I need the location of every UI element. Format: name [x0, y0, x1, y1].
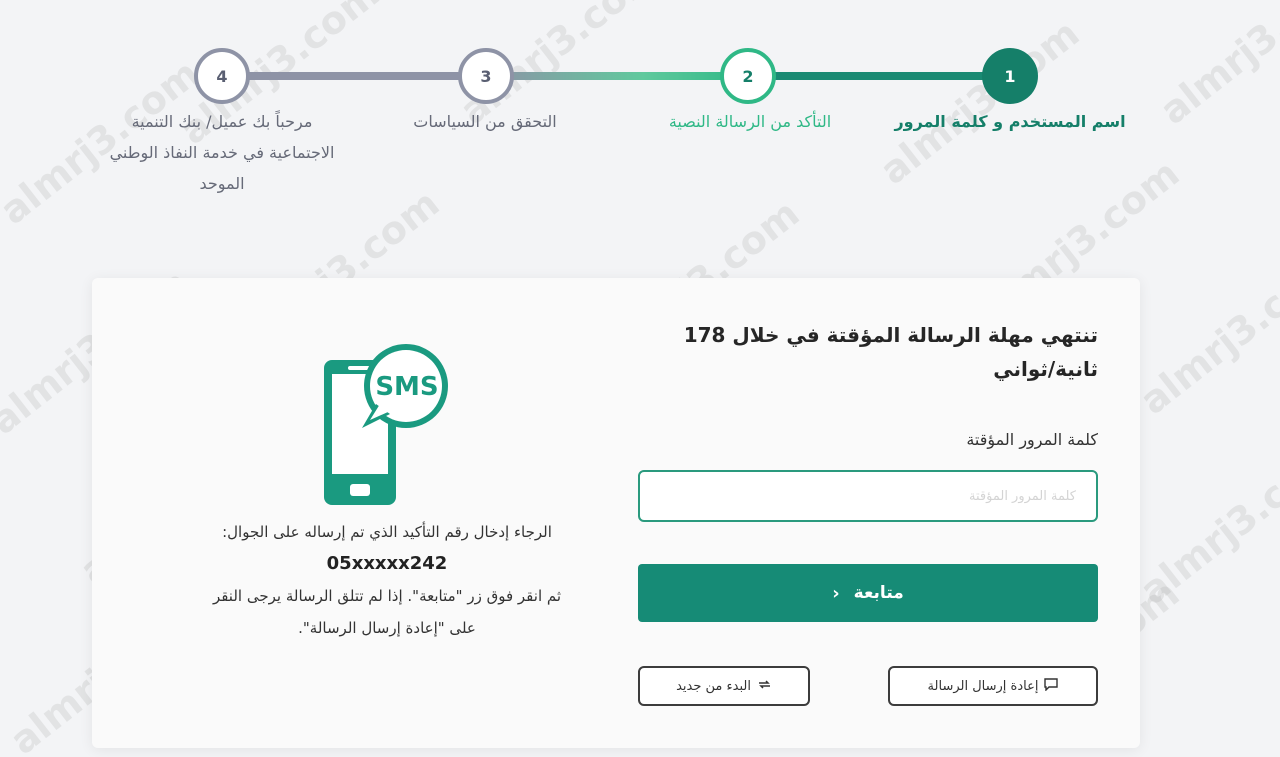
watermark-text: almrj3.com [1131, 431, 1280, 613]
progress-stepper: 1 2 3 4 اسم المستخدم و كلمة المرور التأك… [0, 0, 1280, 230]
step-2-label: التأكد من الرسالة النصية [668, 112, 832, 131]
sms-instructions: الرجاء إدخال رقم التأكيد الذي تم إرساله … [202, 516, 572, 644]
step-3-circle: 3 [458, 48, 514, 104]
continue-label: متابعة [853, 583, 904, 603]
step-4-label: مرحباً بك عميل/ بنك التنمية الاجتماعية ف… [109, 112, 335, 193]
instruction-line-2: ثم انقر فوق زر "متابعة". إذا لم تتلق الر… [212, 587, 562, 637]
watermark-text: almrj3.com [1131, 241, 1280, 423]
step-connector-1-2 [748, 72, 1010, 80]
chevron-left-icon: ‹ [832, 582, 840, 604]
masked-phone-number: 05xxxxx242 [326, 553, 448, 574]
restart-button[interactable]: البدء من جديد [638, 666, 810, 706]
step-2-circle: 2 [720, 48, 776, 104]
resend-message-button[interactable]: إعادة إرسال الرسالة [888, 666, 1098, 706]
otp-input[interactable] [638, 470, 1098, 522]
refresh-icon [757, 678, 772, 695]
step-3-label: التحقق من السياسات [413, 112, 557, 131]
sms-phone-illustration: SMS [320, 338, 460, 508]
restart-label: البدء من جديد [676, 678, 751, 694]
step-connector-3-4 [222, 72, 486, 80]
step-connector-2-3 [486, 72, 748, 80]
step-1-circle: 1 [982, 48, 1038, 104]
message-icon [1044, 677, 1059, 695]
step-4-circle: 4 [194, 48, 250, 104]
otp-timer-message: تنتهي مهلة الرسالة المؤقتة في خلال 178 ث… [683, 323, 1098, 381]
continue-button[interactable]: متابعة ‹ [638, 564, 1098, 622]
otp-field-label: كلمة المرور المؤقتة [966, 430, 1098, 449]
otp-card: تنتهي مهلة الرسالة المؤقتة في خلال 178 ث… [92, 278, 1140, 748]
step-1-label: اسم المستخدم و كلمة المرور [894, 112, 1126, 131]
sms-badge-text: SMS [375, 372, 439, 402]
resend-label: إعادة إرسال الرسالة [927, 678, 1039, 694]
instruction-line-1: الرجاء إدخال رقم التأكيد الذي تم إرساله … [222, 523, 552, 541]
